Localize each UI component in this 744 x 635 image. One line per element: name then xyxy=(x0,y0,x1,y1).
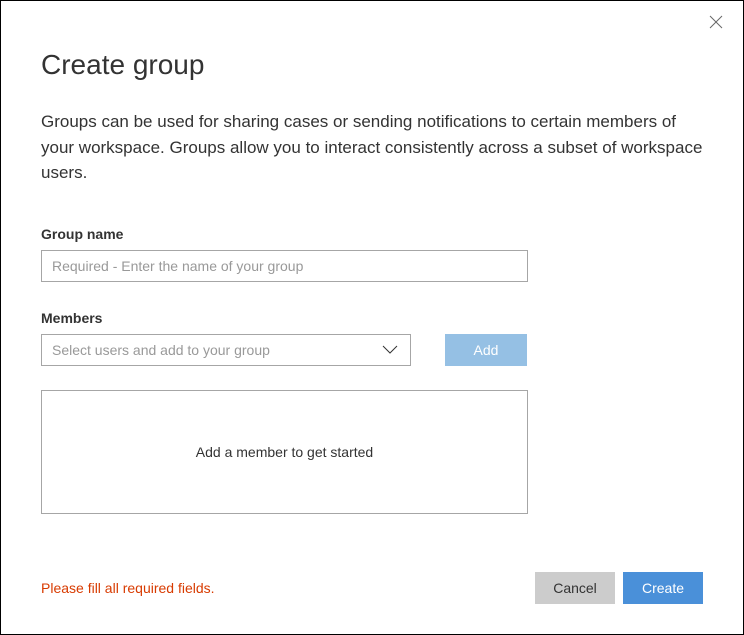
close-icon xyxy=(709,15,723,29)
chevron-down-icon xyxy=(380,340,400,360)
close-button[interactable] xyxy=(709,15,725,31)
dialog-footer: Please fill all required fields. Cancel … xyxy=(41,572,703,604)
footer-buttons: Cancel Create xyxy=(535,572,703,604)
members-label: Members xyxy=(41,310,703,326)
members-list-empty: Add a member to get started xyxy=(41,390,528,514)
create-button[interactable]: Create xyxy=(623,572,703,604)
add-member-button[interactable]: Add xyxy=(445,334,527,366)
members-field: Members Select users and add to your gro… xyxy=(41,310,703,514)
members-row: Select users and add to your group Add xyxy=(41,334,703,366)
dialog-description: Groups can be used for sharing cases or … xyxy=(41,109,703,186)
members-select-placeholder: Select users and add to your group xyxy=(52,342,380,358)
cancel-button[interactable]: Cancel xyxy=(535,572,615,604)
group-name-field: Group name xyxy=(41,226,703,282)
group-name-input[interactable] xyxy=(41,250,528,282)
error-message: Please fill all required fields. xyxy=(41,580,215,596)
dialog-title: Create group xyxy=(41,49,703,81)
members-empty-text: Add a member to get started xyxy=(196,444,373,460)
create-group-dialog: Create group Groups can be used for shar… xyxy=(1,1,743,634)
group-name-label: Group name xyxy=(41,226,703,242)
members-select[interactable]: Select users and add to your group xyxy=(41,334,411,366)
